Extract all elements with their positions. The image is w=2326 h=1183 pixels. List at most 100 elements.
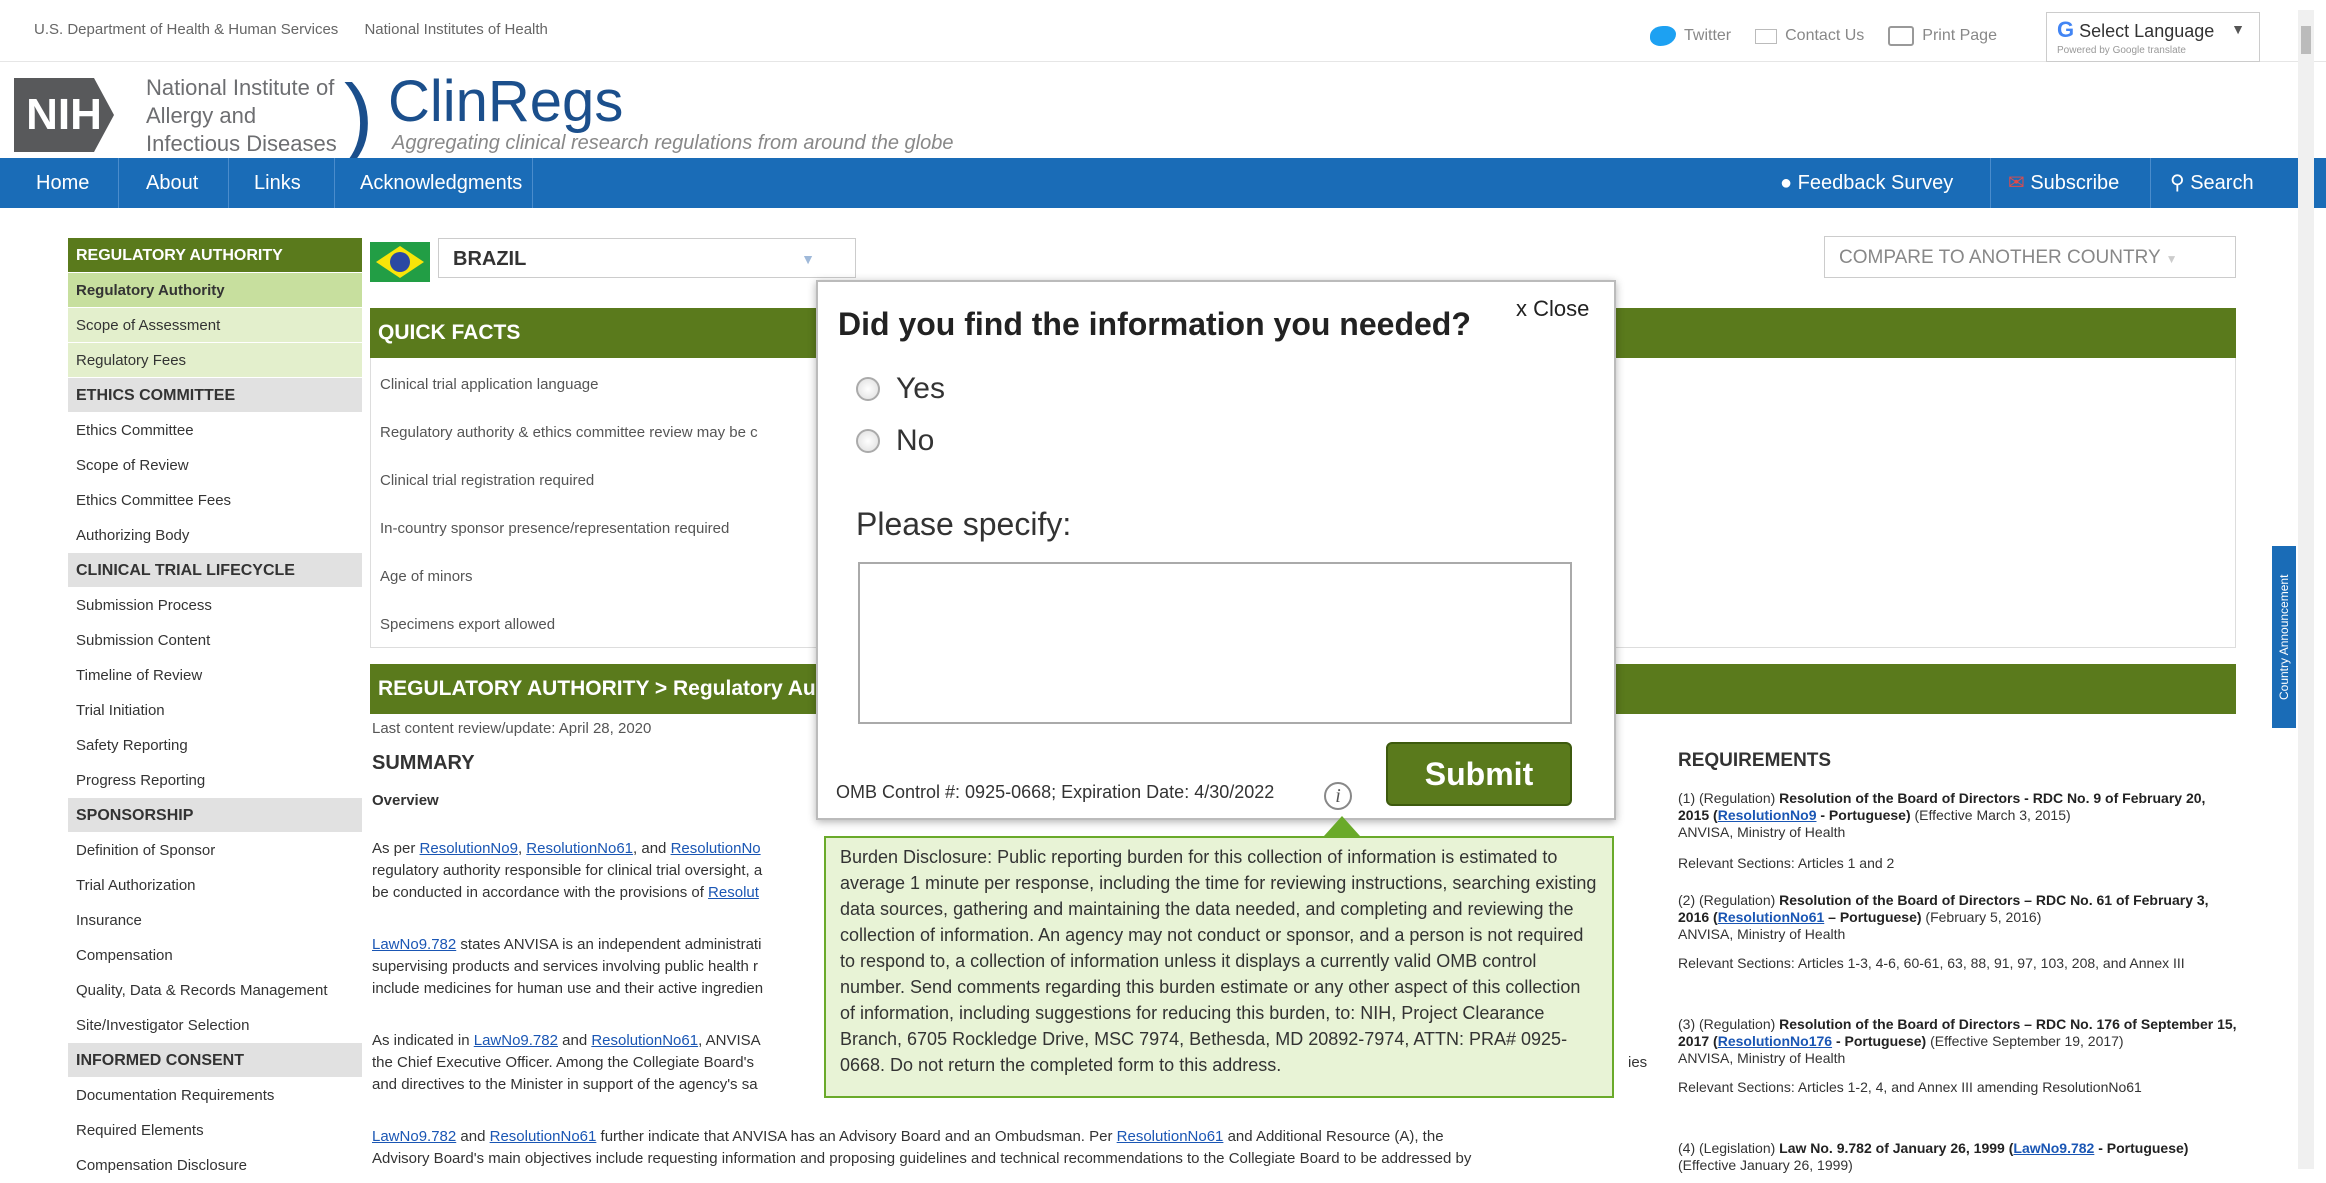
text: ies [1628,1054,1648,1071]
text: Relevant Sections: Articles 1-2, 4, and … [1678,1079,2142,1095]
sidebar-item[interactable]: CLINICAL TRIAL LIFECYCLE [68,553,362,588]
radio-no[interactable]: No [856,424,934,458]
sidebar-item[interactable]: Scope of Review [68,448,362,483]
law9782-link[interactable]: LawNo9.782 [2013,1140,2094,1156]
nav-search[interactable]: ⚲ Search [2170,158,2254,208]
sidebar-item[interactable]: INFORMED CONSENT [68,1043,362,1078]
sidebar-item[interactable]: Trial Authorization [68,868,362,903]
info-icon[interactable]: i [1324,782,1352,810]
quick-fact-label: Specimens export allowed [380,616,556,633]
feedback-label: Feedback Survey [1797,172,1954,194]
radio-yes[interactable]: Yes [856,372,945,406]
text: - Portuguese) [2094,1140,2189,1156]
site-header: NIH National Institute of Allergy and In… [0,62,2326,160]
nav-about[interactable]: About [146,158,198,208]
law9782-link[interactable]: LawNo9.782 [372,1128,456,1145]
printer-icon [1888,26,1915,46]
resolution61-link[interactable]: ResolutionNo61 [1718,909,1825,925]
text: be conducted in accordance with the prov… [372,884,709,901]
modal-question: Did you find the information you needed? [838,306,1471,342]
sidebar-item[interactable]: Trial Initiation [68,693,362,728]
text: - Portuguese) [1832,1033,1927,1049]
twitter-link[interactable]: Twitter [1650,26,1731,46]
sidebar-item[interactable]: Scope of Assessment [68,308,362,343]
sidebar-item[interactable]: Required Elements [68,1113,362,1148]
nav-divider [1990,158,1991,208]
law9782-link[interactable]: LawNo9.782 [372,936,456,953]
sidebar-item[interactable]: SPONSORSHIP [68,798,362,833]
text: , ANVISA [698,1032,761,1049]
radio-circle-icon[interactable] [856,377,880,401]
nav-subscribe[interactable]: ✉ Subscribe [2008,158,2119,208]
sidebar-item[interactable]: Submission Content [68,623,362,658]
sidebar-item[interactable]: ETHICS COMMITTEE [68,378,362,413]
sidebar-item[interactable]: Progress Reporting [68,763,362,798]
resolution61-link[interactable]: ResolutionNo61 [526,840,633,857]
language-select[interactable]: G Select Language ▼ Powered by Google tr… [2046,12,2260,62]
country-announcement-tab[interactable]: Country Announcement [2272,546,2296,728]
sidebar-item[interactable]: Regulatory Authority [68,273,362,308]
resolution61-link[interactable]: ResolutionNo61 [1117,1128,1224,1145]
quick-fact-label: In-country sponsor presence/representati… [380,520,730,537]
nav-feedback-survey[interactable]: ● Feedback Survey [1780,158,1953,208]
sidebar-item[interactable]: Site/Investigator Selection [68,1008,362,1043]
contact-link[interactable]: Contact Us [1755,27,1864,45]
sidebar-item[interactable]: Documentation Requirements [68,1078,362,1113]
print-link[interactable]: Print Page [1888,26,1997,46]
submit-button[interactable]: Submit [1386,742,1572,806]
sidebar-item[interactable]: Compensation [68,938,362,973]
review-date: Last content review/update: April 28, 20… [372,720,652,737]
topic-sidebar: REGULATORY AUTHORITY Regulatory Authority… [68,238,362,1183]
chevron-down-icon: ▼ [2231,21,2245,37]
hhs-link[interactable]: U.S. Department of Health & Human Servic… [34,21,338,38]
sidebar-item[interactable]: Timeline of Review [68,658,362,693]
resolution-link[interactable]: Resolut [708,884,759,901]
text: and [456,1128,490,1145]
nav-divider [228,158,229,208]
resolution61-link[interactable]: ResolutionNo61 [490,1128,597,1145]
resolution9-link[interactable]: ResolutionNo9 [420,840,518,857]
site-tagline: Aggregating clinical research regulation… [392,132,954,154]
sidebar-item[interactable]: Regulatory Fees [68,343,362,378]
text: Advisory Board's main objectives include… [372,1150,1472,1167]
sidebar-item[interactable]: Safety Reporting [68,728,362,763]
scrollbar-thumb[interactable] [2301,26,2311,54]
nav-divider [2150,158,2151,208]
country-select[interactable]: BRAZIL ▼ [438,238,856,278]
sidebar-item[interactable]: Compensation Disclosure [68,1148,362,1183]
close-button[interactable]: x Close [1516,296,1589,322]
sidebar-item[interactable]: Ethics Committee Fees [68,483,362,518]
google-icon: G [2057,17,2075,42]
site-title[interactable]: ClinRegs [388,68,623,135]
sidebar-item[interactable]: Submission Process [68,588,362,623]
institute-line-1: National Institute of [146,75,335,100]
sidebar-item[interactable]: Authorizing Body [68,518,362,553]
specify-textarea[interactable] [858,562,1572,724]
text: – Portuguese) [1824,909,1922,925]
specify-label: Please specify: [856,506,1072,542]
nav-home[interactable]: Home [36,158,89,208]
sidebar-item[interactable]: Quality, Data & Records Management [68,973,362,1008]
institute-line-3: Infectious Diseases [146,131,337,156]
resolution176-link[interactable]: ResolutionNo176 [1718,1033,1832,1049]
sidebar-item[interactable]: Insurance [68,903,362,938]
resolution-link[interactable]: ResolutionNo [671,840,761,857]
compare-country-select[interactable]: COMPARE TO ANOTHER COUNTRY ▼ [1824,236,2236,278]
sidebar-item[interactable]: Definition of Sponsor [68,833,362,868]
nav-links[interactable]: Links [254,158,301,208]
radio-circle-icon[interactable] [856,429,880,453]
print-label: Print Page [1922,27,1997,44]
speech-bubble-icon: ● [1780,172,1793,194]
nih-link[interactable]: National Institutes of Health [364,21,547,38]
nav-acknowledgments[interactable]: Acknowledgments [360,158,522,208]
nih-logo[interactable]: NIH [14,78,114,152]
text: states ANVISA is an independent administ… [456,936,762,953]
law9782-link[interactable]: LawNo9.782 [474,1032,558,1049]
text: - Portuguese) [1816,807,1911,823]
resolution61-link[interactable]: ResolutionNo61 [591,1032,698,1049]
page-scrollbar[interactable] [2298,10,2314,1169]
sidebar-item[interactable]: Ethics Committee [68,413,362,448]
search-icon: ⚲ [2170,172,2185,194]
resolution9-link[interactable]: ResolutionNo9 [1718,807,1817,823]
text: (Effective September 19, 2017) [1926,1033,2124,1049]
